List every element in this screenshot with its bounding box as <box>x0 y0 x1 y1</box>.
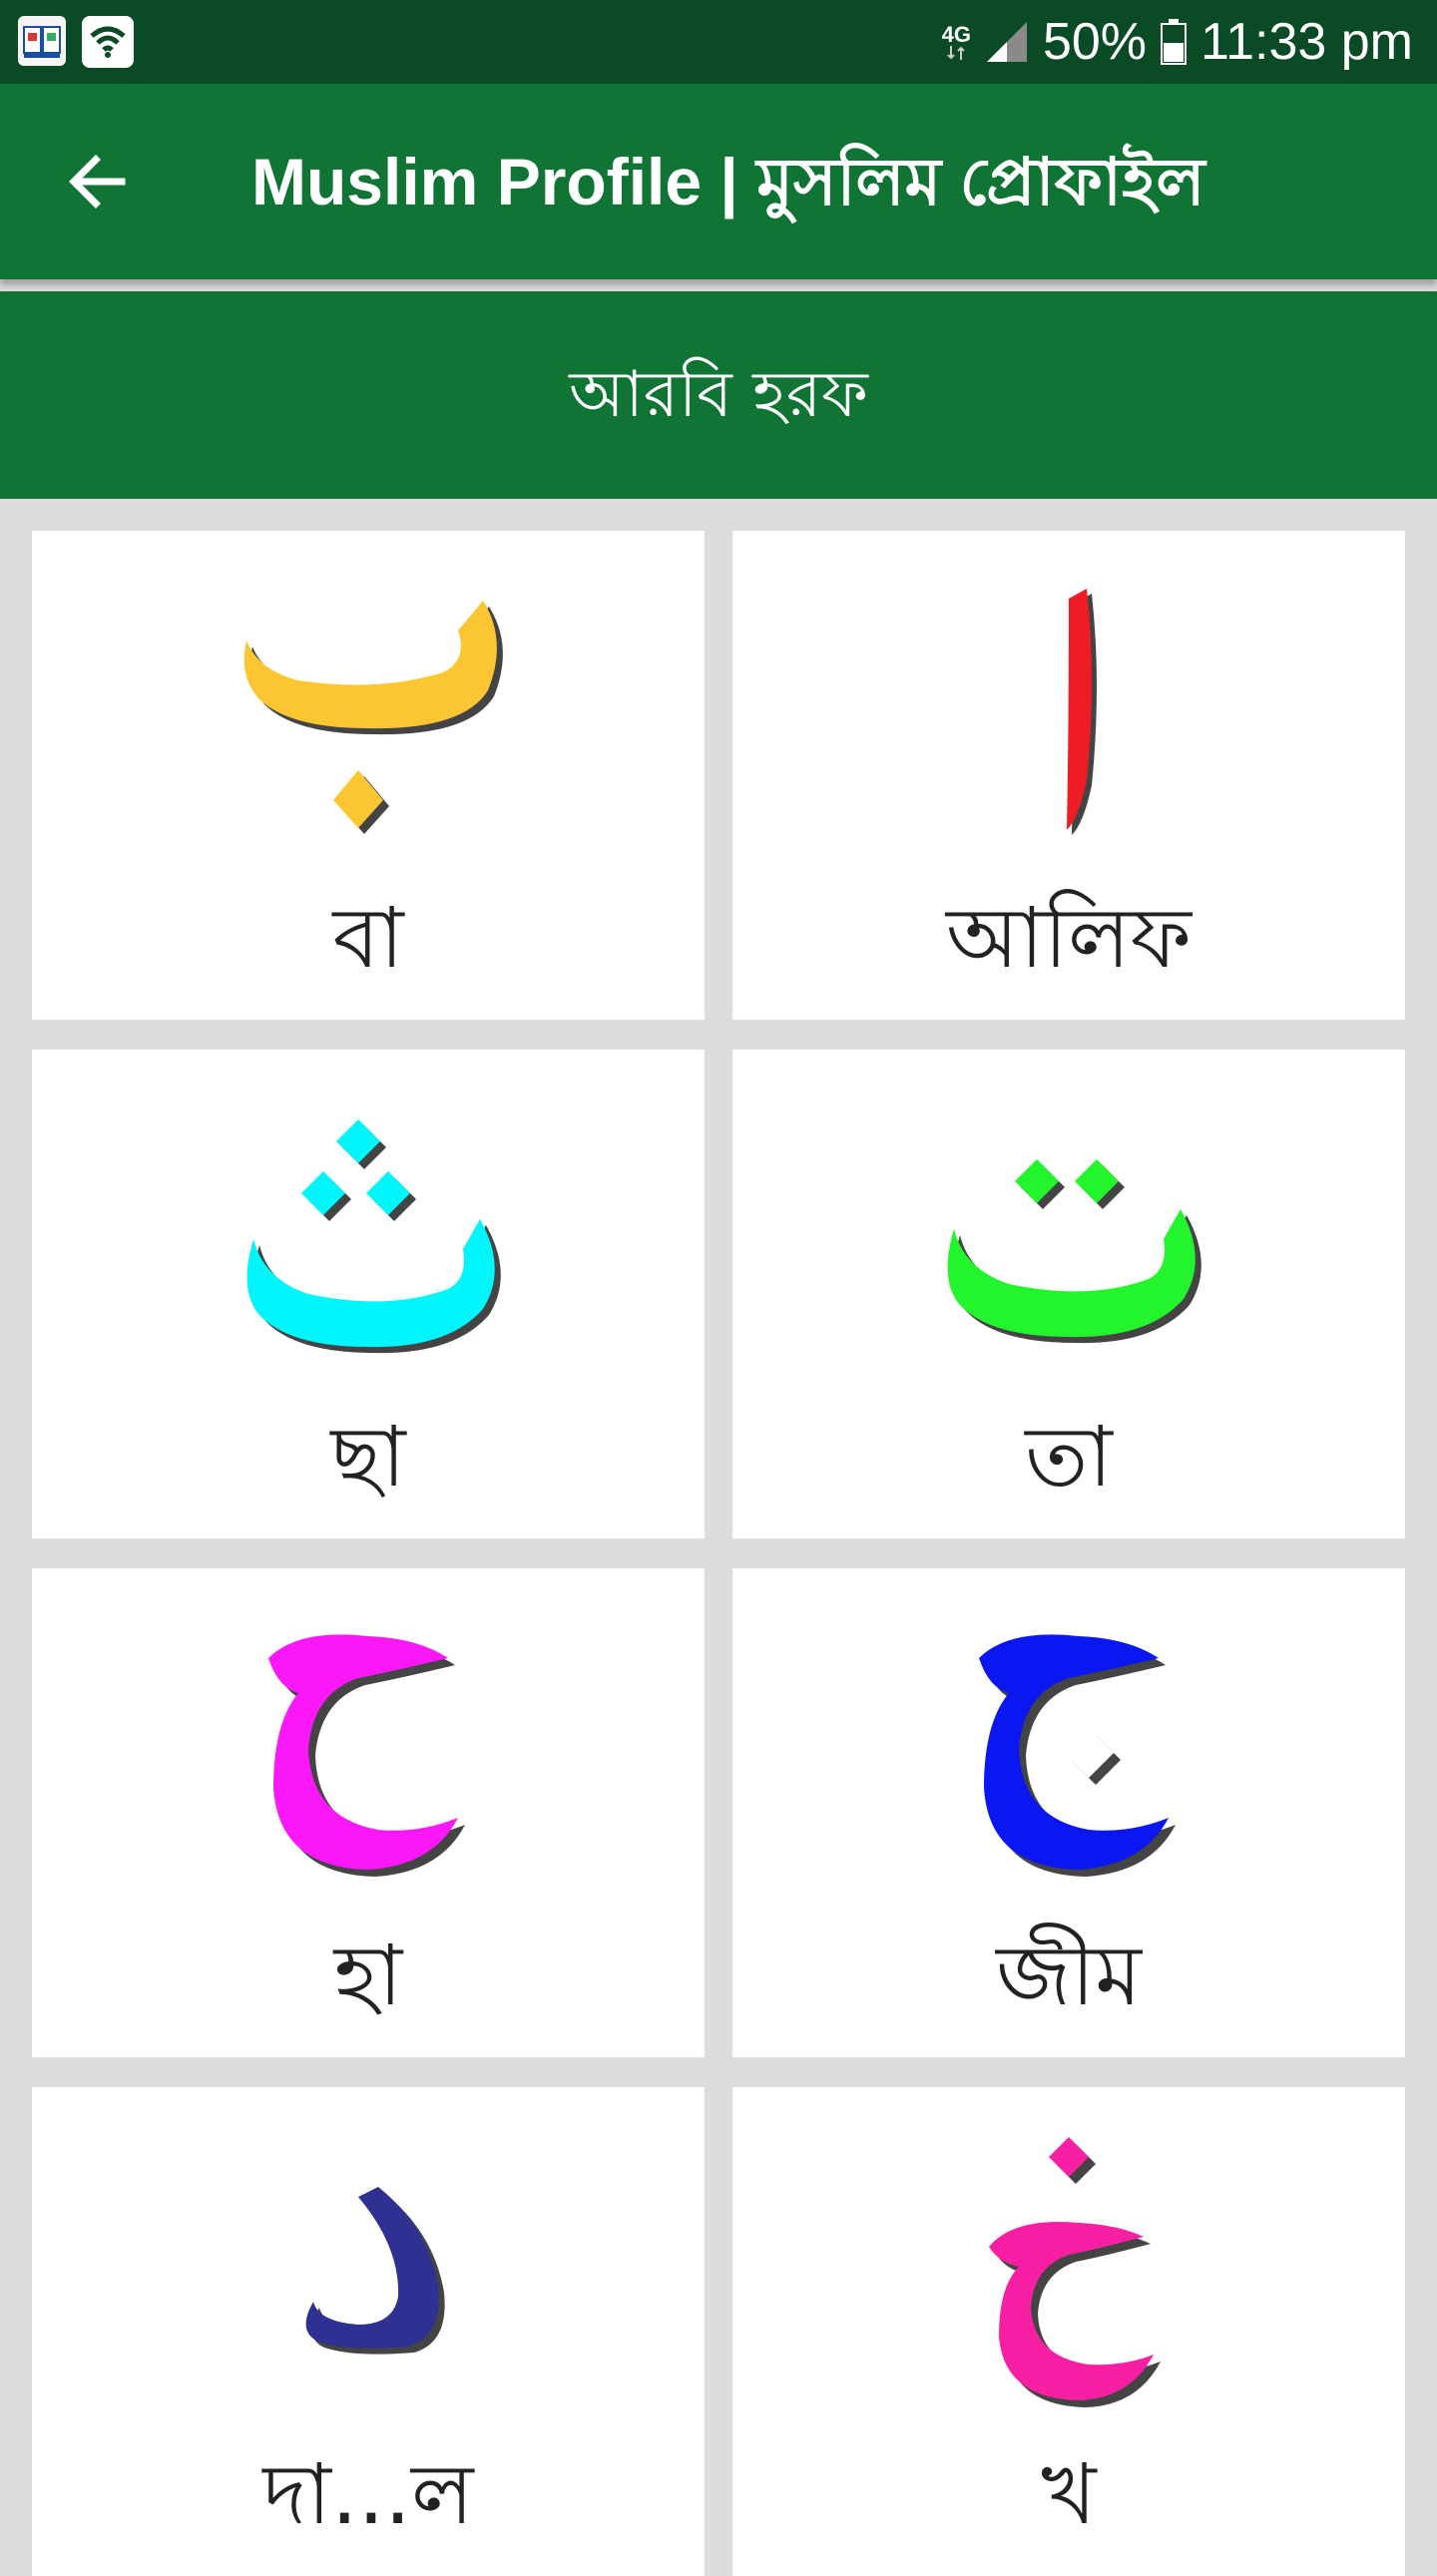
letter-card-kha[interactable]: খ <box>732 2087 1405 2576</box>
arabic-ba-icon <box>243 601 503 834</box>
clock: 11:33 pm <box>1200 13 1413 71</box>
letter-card-ha[interactable]: হা <box>32 1568 705 2057</box>
app-bar: Muslim Profile | মুসলিম প্রোফাইল <box>0 84 1437 279</box>
arabic-kha-icon <box>989 2137 1161 2407</box>
letter-name: দা...ল <box>262 2445 474 2543</box>
letter-name: ছা <box>330 1408 406 1505</box>
letter-card-dal[interactable]: দা...ল <box>32 2087 705 2576</box>
arabic-alif-icon <box>1067 589 1097 835</box>
arabic-ta-icon <box>947 1159 1201 1344</box>
letter-name: বা <box>332 889 404 987</box>
arabic-tha-icon <box>246 1119 501 1354</box>
page-title: Muslim Profile | মুসলিম প্রোফাইল <box>251 145 1205 218</box>
letter-name: হা <box>333 1927 403 2024</box>
letter-card-ba[interactable]: বা <box>32 531 705 1020</box>
section-header: আরবি হরফ <box>0 291 1437 499</box>
notification-icons <box>18 16 134 68</box>
book-app-icon <box>18 16 66 66</box>
letter-card-ta[interactable]: তা <box>732 1050 1405 1538</box>
letter-name: আলিফ <box>946 889 1192 987</box>
battery-percent: 50% <box>1042 13 1148 71</box>
arabic-ha-icon <box>268 1634 465 1877</box>
letter-card-jim[interactable]: জীম <box>732 1568 1405 2057</box>
letter-name: খ <box>1041 2445 1097 2543</box>
network-type-indicator: 4G <box>942 24 971 60</box>
letter-name: জীম <box>996 1927 1142 2024</box>
arabic-jim-icon <box>979 1634 1176 1877</box>
letter-card-alif[interactable]: আলিফ <box>732 531 1405 1020</box>
letter-name: তা <box>1025 1408 1113 1505</box>
letter-grid: বা আলিফ ছা তা হা জীম দা...ল খ <box>32 531 1405 2576</box>
status-bar: 4G 50% 11:33 pm <box>0 0 1437 84</box>
battery-icon <box>1161 19 1188 65</box>
back-button[interactable] <box>50 134 146 229</box>
network-label: 4G <box>941 22 971 47</box>
arabic-dal-icon <box>305 2187 445 2355</box>
arrow-left-icon <box>69 155 126 209</box>
system-status: 4G 50% 11:33 pm <box>942 10 1413 74</box>
wifi-icon <box>82 16 134 68</box>
signal-icon <box>986 22 1027 62</box>
letter-card-tha[interactable]: ছা <box>32 1050 705 1538</box>
